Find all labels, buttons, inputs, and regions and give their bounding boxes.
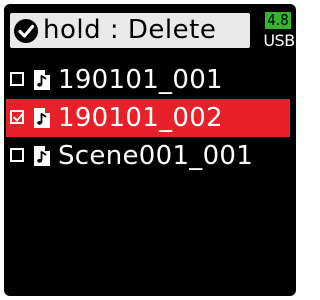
file-name: 190101_002 bbox=[58, 103, 223, 133]
header-bar: hold : Delete bbox=[10, 13, 250, 48]
header-title: hold : Delete bbox=[43, 15, 217, 45]
check-circle-icon bbox=[14, 19, 38, 43]
battery-level: 4.8 bbox=[265, 12, 291, 29]
recorder-screen: hold : Delete 4.8 USB 190101_001 190101_… bbox=[4, 4, 296, 296]
file-name: Scene001_001 bbox=[58, 141, 254, 171]
battery-icon: 4.8 bbox=[263, 10, 293, 31]
file-row-selected[interactable]: 190101_002 bbox=[6, 99, 290, 137]
checkbox-icon[interactable] bbox=[10, 148, 24, 162]
checkbox-icon[interactable] bbox=[10, 72, 24, 86]
checkbox-checked-icon[interactable] bbox=[10, 110, 25, 124]
file-name: 190101_001 bbox=[58, 65, 223, 95]
audio-file-icon bbox=[34, 146, 50, 166]
audio-file-icon bbox=[34, 70, 50, 90]
audio-file-icon bbox=[34, 108, 50, 128]
file-row[interactable]: Scene001_001 bbox=[6, 137, 290, 175]
file-row[interactable]: 190101_001 bbox=[6, 61, 290, 99]
power-source-label: USB bbox=[263, 31, 295, 50]
